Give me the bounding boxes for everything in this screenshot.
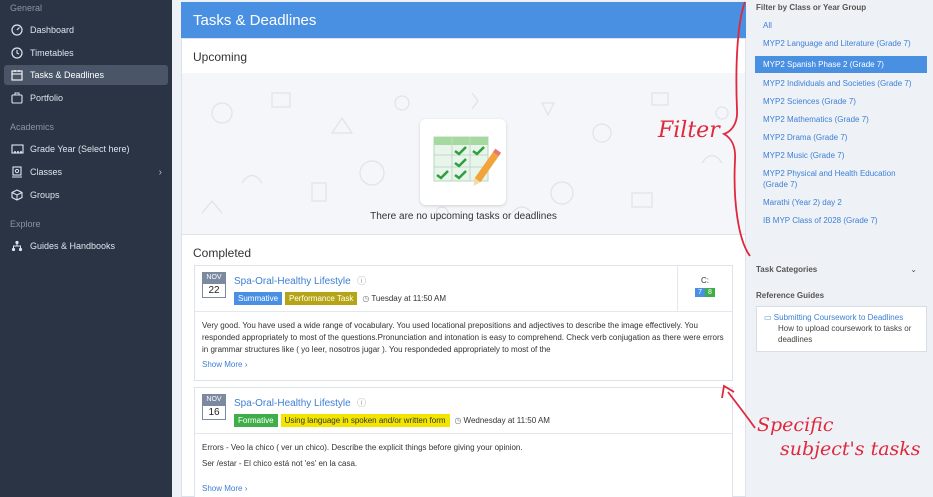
subject-tasks-annotation: subject's tasks xyxy=(780,438,921,460)
arrow-annotation xyxy=(727,391,756,429)
bracket-annotation xyxy=(721,1,751,257)
specific-annotation: Specific xyxy=(757,414,834,436)
filter-annotation: Filter xyxy=(658,118,720,143)
